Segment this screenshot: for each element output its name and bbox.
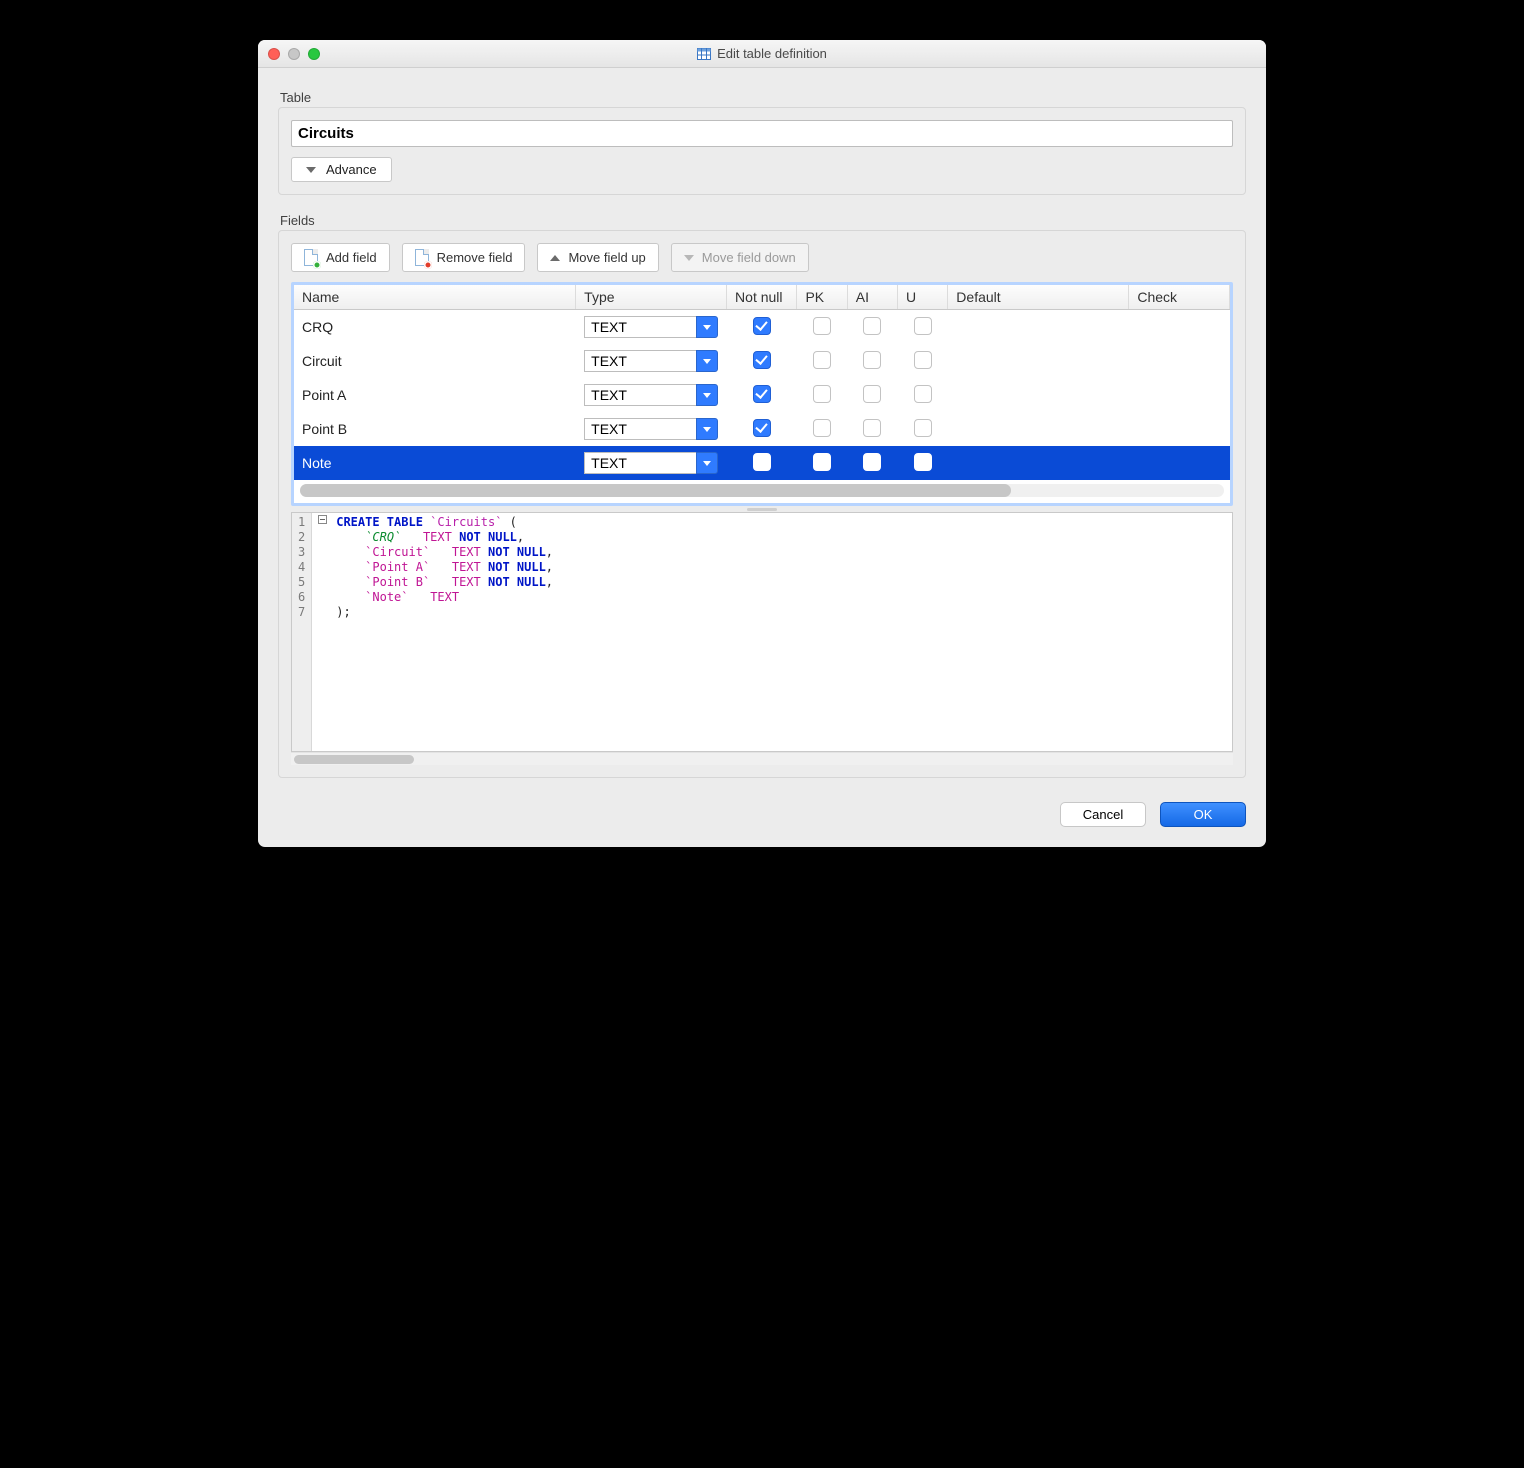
- window-controls: [268, 48, 320, 60]
- type-dropdown[interactable]: TEXT: [584, 384, 718, 406]
- ai-checkbox[interactable]: [863, 385, 881, 403]
- ai-checkbox[interactable]: [863, 317, 881, 335]
- col-notnull: Not null: [727, 285, 797, 310]
- notnull-checkbox[interactable]: [753, 351, 771, 369]
- notnull-checkbox[interactable]: [753, 419, 771, 437]
- cancel-button[interactable]: Cancel: [1060, 802, 1146, 827]
- arrow-down-icon: [684, 255, 694, 261]
- close-window-button[interactable]: [268, 48, 280, 60]
- fields-grid[interactable]: Name Type Not null PK AI U Default Check…: [291, 282, 1233, 506]
- notnull-checkbox[interactable]: [753, 453, 771, 471]
- table-row[interactable]: CRQ TEXT: [294, 310, 1230, 345]
- sql-horizontal-scrollbar[interactable]: [291, 752, 1233, 765]
- col-check: Check: [1129, 285, 1230, 310]
- ai-checkbox[interactable]: [863, 351, 881, 369]
- minimize-window-button: [288, 48, 300, 60]
- remove-field-button[interactable]: Remove field: [402, 243, 526, 272]
- window-title: Edit table definition: [258, 46, 1266, 61]
- add-field-button[interactable]: Add field: [291, 243, 390, 272]
- zoom-window-button[interactable]: [308, 48, 320, 60]
- chevron-down-icon: [703, 359, 711, 364]
- dialog-footer: Cancel OK: [278, 802, 1246, 827]
- cell-default[interactable]: [948, 446, 1129, 480]
- table-group-label: Table: [280, 90, 1246, 105]
- pk-checkbox[interactable]: [813, 351, 831, 369]
- u-checkbox[interactable]: [914, 385, 932, 403]
- pk-checkbox[interactable]: [813, 419, 831, 437]
- type-dropdown[interactable]: TEXT: [584, 350, 718, 372]
- titlebar[interactable]: Edit table definition: [258, 40, 1266, 68]
- table-row[interactable]: Circuit TEXT: [294, 344, 1230, 378]
- col-u: U: [898, 285, 948, 310]
- cell-name[interactable]: Point B: [294, 412, 576, 446]
- notnull-checkbox[interactable]: [753, 317, 771, 335]
- cell-default[interactable]: [948, 412, 1129, 446]
- grid-header[interactable]: Name Type Not null PK AI U Default Check: [294, 285, 1230, 310]
- cell-name[interactable]: CRQ: [294, 310, 576, 345]
- remove-field-icon: [415, 249, 429, 266]
- type-dropdown[interactable]: TEXT: [584, 452, 718, 474]
- move-field-up-button[interactable]: Move field up: [537, 243, 658, 272]
- chevron-down-icon: [703, 461, 711, 466]
- col-pk: PK: [797, 285, 847, 310]
- cell-name[interactable]: Note: [294, 446, 576, 480]
- table-row[interactable]: Note TEXT: [294, 446, 1230, 480]
- type-dropdown[interactable]: TEXT: [584, 316, 718, 338]
- ai-checkbox[interactable]: [863, 453, 881, 471]
- table-row[interactable]: Point A TEXT: [294, 378, 1230, 412]
- cell-check[interactable]: [1129, 310, 1230, 345]
- table-name-input[interactable]: [291, 120, 1233, 147]
- ai-checkbox[interactable]: [863, 419, 881, 437]
- u-checkbox[interactable]: [914, 351, 932, 369]
- advance-toggle-button[interactable]: Advance: [291, 157, 392, 182]
- cell-name[interactable]: Point A: [294, 378, 576, 412]
- cell-check[interactable]: [1129, 378, 1230, 412]
- cell-default[interactable]: [948, 378, 1129, 412]
- arrow-up-icon: [550, 255, 560, 261]
- u-checkbox[interactable]: [914, 419, 932, 437]
- u-checkbox[interactable]: [914, 317, 932, 335]
- sql-preview[interactable]: 1234567 CREATE TABLE `Circuits` ( `CRQ` …: [291, 512, 1233, 752]
- cell-name[interactable]: Circuit: [294, 344, 576, 378]
- sql-code[interactable]: CREATE TABLE `Circuits` ( `CRQ` TEXT NOT…: [312, 513, 557, 751]
- chevron-down-icon: [306, 167, 316, 173]
- col-ai: AI: [847, 285, 897, 310]
- pk-checkbox[interactable]: [813, 385, 831, 403]
- cell-check[interactable]: [1129, 412, 1230, 446]
- cell-check[interactable]: [1129, 344, 1230, 378]
- chevron-down-icon: [703, 325, 711, 330]
- table-icon: [697, 47, 711, 61]
- fields-group: Add field Remove field Move field up Mov…: [278, 230, 1246, 778]
- pk-checkbox[interactable]: [813, 317, 831, 335]
- pk-checkbox[interactable]: [813, 453, 831, 471]
- u-checkbox[interactable]: [914, 453, 932, 471]
- move-field-down-button: Move field down: [671, 243, 809, 272]
- add-field-icon: [304, 249, 318, 266]
- chevron-down-icon: [703, 427, 711, 432]
- chevron-down-icon: [703, 393, 711, 398]
- col-type: Type: [576, 285, 727, 310]
- cell-check[interactable]: [1129, 446, 1230, 480]
- fields-group-label: Fields: [280, 213, 1246, 228]
- fold-icon[interactable]: [318, 515, 327, 524]
- fields-toolbar: Add field Remove field Move field up Mov…: [291, 243, 1233, 272]
- cell-default[interactable]: [948, 310, 1129, 345]
- table-group: Advance: [278, 107, 1246, 195]
- cell-default[interactable]: [948, 344, 1129, 378]
- dialog-window: Edit table definition Table Advance Fiel…: [258, 40, 1266, 847]
- table-row[interactable]: Point B TEXT: [294, 412, 1230, 446]
- notnull-checkbox[interactable]: [753, 385, 771, 403]
- ok-button[interactable]: OK: [1160, 802, 1246, 827]
- col-name: Name: [294, 285, 576, 310]
- grid-horizontal-scrollbar[interactable]: [300, 484, 1224, 497]
- sql-gutter: 1234567: [292, 513, 312, 751]
- col-default: Default: [948, 285, 1129, 310]
- type-dropdown[interactable]: TEXT: [584, 418, 718, 440]
